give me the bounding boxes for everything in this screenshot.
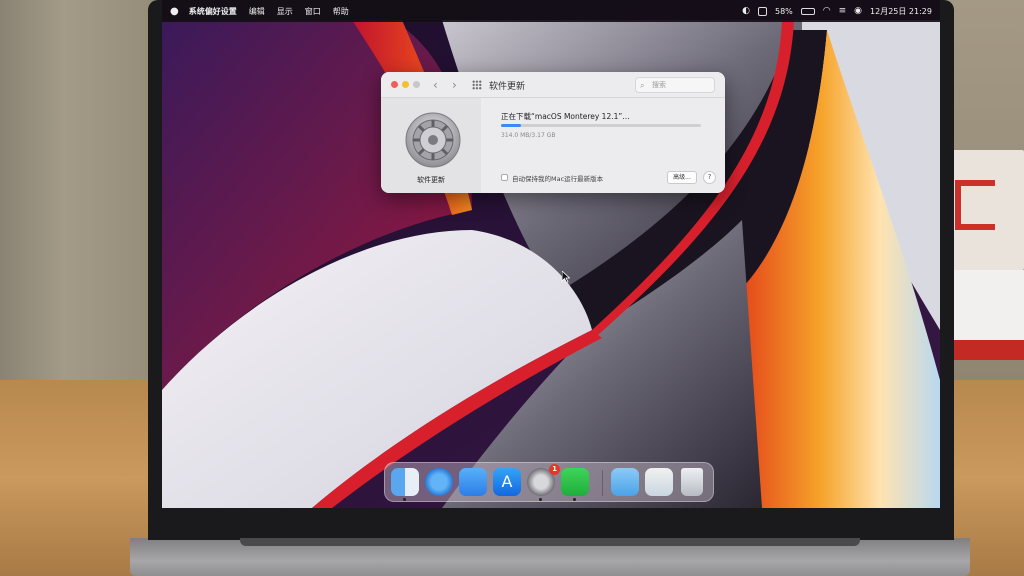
downloads-folder-icon[interactable] <box>611 468 639 496</box>
dock: A 1 <box>384 462 714 502</box>
menu-window[interactable]: 窗口 <box>305 6 321 17</box>
laptop-hinge <box>240 538 860 546</box>
book-bottom <box>945 340 1024 360</box>
advanced-button[interactable]: 高级... <box>667 171 697 184</box>
screen: ● 系统偏好设置 编辑 显示 窗口 帮助 ◐ 58% ◠ ≡ ◉ 12月25日 … <box>162 0 940 508</box>
download-status-text: 正在下载“macOS Monterey 12.1”… <box>501 112 630 121</box>
input-method-icon[interactable] <box>757 6 767 16</box>
finder-running-dot <box>403 498 406 501</box>
minimize-button[interactable] <box>402 81 409 88</box>
search-input[interactable]: ⌕ 搜索 <box>635 77 715 93</box>
battery-percentage[interactable]: 58% <box>775 7 793 16</box>
menu-bar: ● 系统偏好设置 编辑 显示 窗口 帮助 ◐ 58% ◠ ≡ ◉ 12月25日 … <box>162 0 940 22</box>
menu-edit[interactable]: 编辑 <box>249 6 265 17</box>
download-progress-bar <box>501 124 701 127</box>
finder-icon[interactable] <box>391 468 419 496</box>
book-cover-graphic <box>955 180 995 230</box>
book-middle <box>945 270 1024 340</box>
download-size-text: 314.0 MB/3.17 GB <box>501 132 556 139</box>
preferences-running-dot <box>539 498 542 501</box>
book-stack <box>945 150 1024 360</box>
mail-icon[interactable] <box>459 468 487 496</box>
system-preferences-icon[interactable]: 1 <box>527 464 560 496</box>
pane-label: 软件更新 <box>417 176 445 184</box>
pane-icon-area: 软件更新 <box>381 98 481 193</box>
auto-update-checkbox[interactable] <box>501 174 508 181</box>
zoom-button[interactable] <box>413 81 420 88</box>
mouse-cursor-icon <box>562 271 570 283</box>
wifi-icon[interactable]: ◠ <box>823 6 831 16</box>
forward-arrow-icon[interactable]: › <box>452 78 457 92</box>
window-titlebar[interactable]: ‹ › 软件更新 ⌕ 搜索 <box>381 72 725 98</box>
search-placeholder: 搜索 <box>652 81 666 89</box>
menu-clock[interactable]: 12月25日 21:29 <box>870 6 932 17</box>
control-center-icon[interactable]: ≡ <box>839 6 847 16</box>
close-button[interactable] <box>391 81 398 88</box>
update-content: 正在下载“macOS Monterey 12.1”… 314.0 MB/3.17… <box>481 98 725 193</box>
siri-icon[interactable]: ◉ <box>854 6 862 16</box>
safari-icon[interactable] <box>425 468 453 496</box>
book-top <box>945 150 1024 270</box>
back-arrow-icon[interactable]: ‹ <box>433 78 438 92</box>
download-progress-fill <box>501 124 521 127</box>
show-all-grid-icon[interactable] <box>472 80 482 90</box>
window-title: 软件更新 <box>489 82 526 92</box>
photo-scene: ● 系统偏好设置 编辑 显示 窗口 帮助 ◐ 58% ◠ ≡ ◉ 12月25日 … <box>0 0 1024 576</box>
help-button[interactable]: ? <box>703 171 716 184</box>
documents-stack-icon[interactable] <box>645 468 673 496</box>
app-store-icon[interactable]: A <box>493 468 521 496</box>
menu-app-name[interactable]: 系统偏好设置 <box>189 6 237 17</box>
wechat-icon[interactable] <box>561 468 589 496</box>
menu-bar-status: ◐ 58% ◠ ≡ ◉ 12月25日 21:29 <box>742 6 932 17</box>
search-icon: ⌕ <box>640 81 645 90</box>
wechat-running-dot <box>573 498 576 501</box>
apple-menu-icon[interactable]: ● <box>170 6 179 17</box>
battery-icon[interactable] <box>800 7 815 15</box>
dock-separator <box>602 470 603 496</box>
software-update-window: ‹ › 软件更新 ⌕ 搜索 软件更新 正在下载“macOS Monterey 1… <box>381 72 725 193</box>
menu-view[interactable]: 显示 <box>277 6 293 17</box>
notification-badge: 1 <box>549 464 560 475</box>
menu-help[interactable]: 帮助 <box>333 6 349 17</box>
trash-icon[interactable] <box>681 468 703 496</box>
background-wall-left <box>0 0 160 390</box>
auto-update-label[interactable]: 自动保持我的Mac运行最新版本 <box>512 173 603 183</box>
software-update-gear-icon <box>405 112 461 168</box>
wechat-status-icon[interactable]: ◐ <box>742 6 750 16</box>
